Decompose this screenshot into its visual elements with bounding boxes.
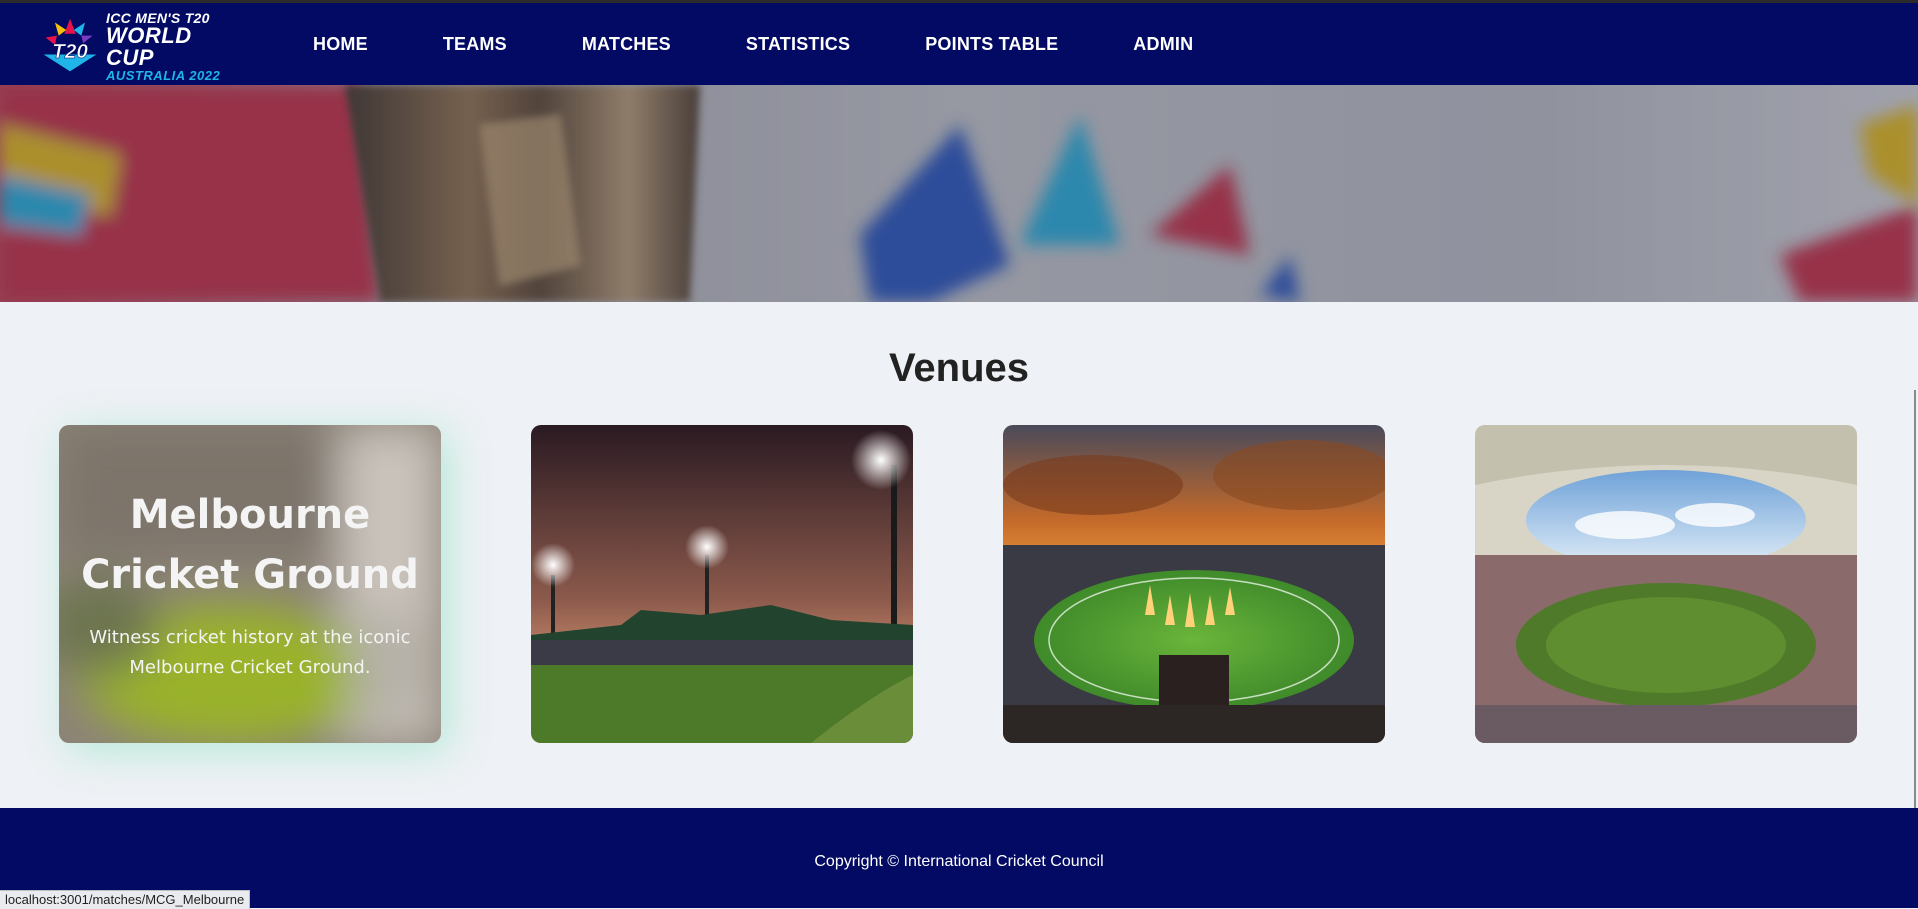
- stadium-roof-photo: [1475, 425, 1857, 743]
- hero-dim-overlay: [0, 85, 1918, 302]
- venue-card-mcg-overlay: Melbourne Cricket Ground Witness cricket…: [59, 425, 441, 743]
- hero-banner-image: [0, 85, 1918, 302]
- venue-card-4[interactable]: [1475, 425, 1857, 743]
- page-scrollbar[interactable]: [1914, 390, 1916, 808]
- nav-statistics[interactable]: STATISTICS: [746, 34, 850, 55]
- venues-heading: Venues: [888, 346, 1030, 390]
- venue-card-title: Melbourne Cricket Ground: [81, 492, 419, 598]
- stadium-sunset-photo: [1003, 425, 1385, 743]
- venue-card-description: Witness cricket history at the iconic Me…: [89, 627, 411, 678]
- venue-card-mcg[interactable]: Melbourne Cricket Ground Witness cricket…: [59, 425, 441, 743]
- logo-mark-text: T20: [52, 40, 88, 63]
- main-nav: HOME TEAMS MATCHES STATISTICS POINTS TAB…: [313, 3, 1268, 85]
- nav-teams[interactable]: TEAMS: [443, 34, 507, 55]
- browser-status-bar-url: localhost:3001/matches/MCG_Melbourne: [0, 890, 251, 909]
- venue-card-2[interactable]: [531, 425, 913, 743]
- t20-world-cup-logo[interactable]: T20 ICC MEN'S T20 WORLD CUP AUSTRALIA 20…: [38, 11, 238, 82]
- nav-admin[interactable]: ADMIN: [1133, 34, 1193, 55]
- logo-line-2: WORLD CUP: [106, 22, 192, 70]
- footer-copyright: Copyright © International Cricket Counci…: [814, 853, 1104, 870]
- t20-logo-icon: T20: [43, 18, 97, 72]
- nav-matches[interactable]: MATCHES: [582, 34, 671, 55]
- nav-points-table[interactable]: POINTS TABLE: [925, 34, 1058, 55]
- footer: Copyright © International Cricket Counci…: [0, 808, 1918, 908]
- navbar: T20 ICC MEN'S T20 WORLD CUP AUSTRALIA 20…: [0, 3, 1918, 85]
- venue-card-3[interactable]: [1003, 425, 1385, 743]
- stadium-night-photo: [531, 425, 913, 743]
- logo-line-3: AUSTRALIA 2022: [106, 67, 221, 83]
- logo-wordmark: ICC MEN'S T20 WORLD CUP AUSTRALIA 2022: [106, 11, 238, 82]
- nav-home[interactable]: HOME: [313, 34, 368, 55]
